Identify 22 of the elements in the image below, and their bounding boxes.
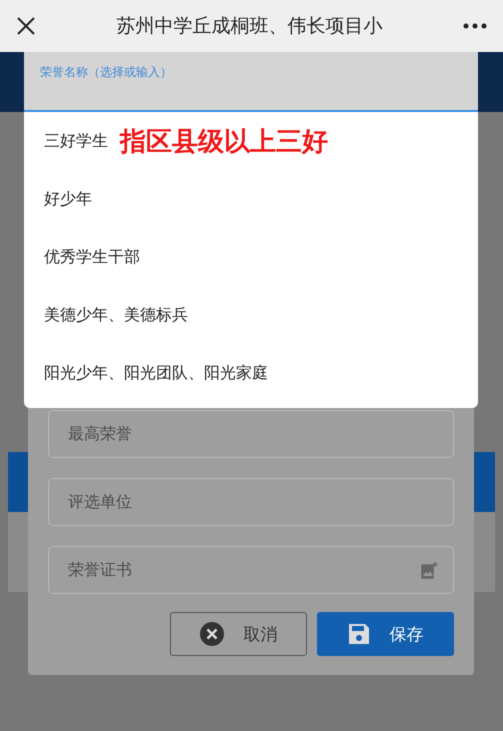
menu-option[interactable]: 美德少年、美德标兵 (44, 304, 188, 326)
menu-option[interactable]: 阳光少年、阳光团队、阳光家庭 (44, 362, 268, 384)
close-button[interactable] (16, 16, 36, 36)
input-field[interactable]: 荣誉证书 (48, 546, 454, 594)
menu-option[interactable]: 三好学生 (44, 130, 108, 152)
save-icon (348, 623, 370, 645)
more-button[interactable] (463, 23, 487, 29)
input-field[interactable]: 最高荣誉 (48, 410, 454, 458)
menu-option[interactable]: 好少年 (44, 188, 92, 210)
cancel-button[interactable]: 取消 (170, 612, 307, 656)
save-button[interactable]: 保存 (317, 612, 454, 656)
field-label: 荣誉名称（选择或输入） (40, 65, 172, 79)
input-field[interactable]: 评选单位 (48, 478, 454, 526)
window-title: 苏州中学丘成桐班、伟长项目小 (116, 14, 384, 39)
menu-option[interactable]: 优秀学生干部 (44, 246, 140, 268)
field-placeholder: 荣誉证书 (68, 560, 132, 580)
more-icon (463, 23, 487, 29)
field-placeholder: 评选单位 (68, 492, 132, 512)
cancel-icon (200, 622, 224, 646)
annotation-text: 指区县级以上三好 (120, 126, 328, 158)
field-placeholder: 最高荣誉 (68, 424, 132, 444)
close-icon (16, 16, 36, 36)
